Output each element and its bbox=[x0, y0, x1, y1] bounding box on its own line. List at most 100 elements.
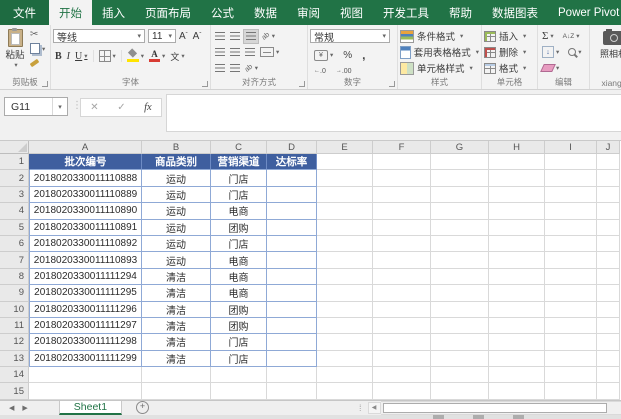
insert-cells-button[interactable]: 插入 bbox=[484, 28, 535, 44]
cell-E2[interactable] bbox=[317, 170, 373, 186]
cell-J14[interactable] bbox=[597, 367, 620, 383]
cell-D14[interactable] bbox=[267, 367, 317, 383]
cell-F9[interactable] bbox=[373, 285, 431, 301]
cell-B4[interactable]: 运动 bbox=[142, 203, 211, 219]
cell-J6[interactable] bbox=[597, 236, 620, 252]
tab-file[interactable]: 文件 bbox=[0, 0, 49, 25]
cell-A13[interactable]: 2018020330011111299 bbox=[29, 351, 142, 367]
cell-G2[interactable] bbox=[431, 170, 489, 186]
cell-F4[interactable] bbox=[373, 203, 431, 219]
row-header-12[interactable]: 12 bbox=[0, 334, 29, 350]
cell-H7[interactable] bbox=[489, 252, 545, 268]
cell-B13[interactable]: 清洁 bbox=[142, 351, 211, 367]
insert-function-button[interactable]: fx bbox=[144, 102, 152, 113]
cell-styles-button[interactable]: 单元格样式 bbox=[400, 60, 479, 76]
cell-D10[interactable] bbox=[267, 302, 317, 318]
cell-D8[interactable] bbox=[267, 269, 317, 285]
cell-G12[interactable] bbox=[431, 334, 489, 350]
cell-J15[interactable] bbox=[597, 383, 620, 399]
align-bottom-button[interactable] bbox=[243, 29, 259, 44]
cell-E12[interactable] bbox=[317, 334, 373, 350]
cell-A10[interactable]: 2018020330011111296 bbox=[29, 302, 142, 318]
cell-G11[interactable] bbox=[431, 318, 489, 334]
cell-H15[interactable] bbox=[489, 383, 545, 399]
copy-button[interactable] bbox=[30, 42, 45, 55]
cell-C3[interactable]: 门店 bbox=[211, 187, 267, 203]
cell-E8[interactable] bbox=[317, 269, 373, 285]
cell-B3[interactable]: 运动 bbox=[142, 187, 211, 203]
column-header-H[interactable]: H bbox=[489, 141, 545, 154]
next-sheet-button[interactable]: ▶ bbox=[22, 404, 27, 412]
cell-F5[interactable] bbox=[373, 220, 431, 236]
cell-A4[interactable]: 2018020330011110890 bbox=[29, 203, 142, 219]
cell-E13[interactable] bbox=[317, 351, 373, 367]
cell-H11[interactable] bbox=[489, 318, 545, 334]
borders-button[interactable] bbox=[97, 49, 118, 64]
row-header-5[interactable]: 5 bbox=[0, 220, 29, 236]
row-header-6[interactable]: 6 bbox=[0, 236, 29, 252]
cell-G10[interactable] bbox=[431, 302, 489, 318]
cell-B8[interactable]: 清洁 bbox=[142, 269, 211, 285]
cell-D4[interactable] bbox=[267, 203, 317, 219]
cell-C9[interactable]: 电商 bbox=[211, 285, 267, 301]
column-header-D[interactable]: D bbox=[267, 141, 317, 154]
delete-cells-button[interactable]: 删除 bbox=[484, 44, 535, 60]
cell-H8[interactable] bbox=[489, 269, 545, 285]
cell-E7[interactable] bbox=[317, 252, 373, 268]
column-header-G[interactable]: G bbox=[431, 141, 489, 154]
format-as-table-button[interactable]: 套用表格格式 bbox=[400, 44, 479, 60]
align-center-button[interactable] bbox=[228, 45, 242, 60]
new-sheet-button[interactable]: + bbox=[136, 401, 149, 414]
cell-H14[interactable] bbox=[489, 367, 545, 383]
cell-I8[interactable] bbox=[545, 269, 597, 285]
cell-G7[interactable] bbox=[431, 252, 489, 268]
name-box-dropdown-icon[interactable]: ▾ bbox=[52, 98, 67, 115]
cell-E3[interactable] bbox=[317, 187, 373, 203]
cell-F2[interactable] bbox=[373, 170, 431, 186]
tab-开始[interactable]: 开始 bbox=[49, 0, 92, 25]
cell-A6[interactable]: 2018020330011110892 bbox=[29, 236, 142, 252]
font-name-combo[interactable]: 等线 bbox=[53, 29, 145, 43]
column-header-A[interactable]: A bbox=[29, 141, 142, 154]
cell-H1[interactable] bbox=[489, 154, 545, 170]
cell-A3[interactable]: 2018020330011110889 bbox=[29, 187, 142, 203]
conditional-formatting-button[interactable]: 条件格式 bbox=[400, 28, 479, 44]
number-format-combo[interactable]: 常规 bbox=[310, 29, 390, 43]
cell-A1[interactable]: 批次编号 bbox=[29, 154, 142, 170]
cut-button[interactable]: ✂ bbox=[30, 28, 45, 41]
name-box[interactable]: G11 ▾ bbox=[4, 97, 68, 116]
phonetic-guide-button[interactable]: 文 bbox=[168, 49, 186, 64]
cell-G3[interactable] bbox=[431, 187, 489, 203]
cell-H12[interactable] bbox=[489, 334, 545, 350]
cell-F6[interactable] bbox=[373, 236, 431, 252]
cell-A2[interactable]: 2018020330011110888 bbox=[29, 170, 142, 186]
cell-J13[interactable] bbox=[597, 351, 620, 367]
clear-button[interactable] bbox=[540, 61, 561, 76]
cell-B2[interactable]: 运动 bbox=[142, 170, 211, 186]
wrap-text-button[interactable]: ab bbox=[243, 61, 260, 76]
cell-G6[interactable] bbox=[431, 236, 489, 252]
cell-C12[interactable]: 门店 bbox=[211, 334, 267, 350]
cell-J11[interactable] bbox=[597, 318, 620, 334]
cell-C10[interactable]: 团购 bbox=[211, 302, 267, 318]
cell-E6[interactable] bbox=[317, 236, 373, 252]
cell-I15[interactable] bbox=[545, 383, 597, 399]
cell-B12[interactable]: 清洁 bbox=[142, 334, 211, 350]
increase-indent-button[interactable] bbox=[228, 61, 242, 76]
cell-B10[interactable]: 清洁 bbox=[142, 302, 211, 318]
tab-Power Pivot[interactable]: Power Pivot bbox=[548, 0, 621, 25]
cell-C15[interactable] bbox=[211, 383, 267, 399]
row-header-1[interactable]: 1 bbox=[0, 154, 29, 170]
cell-C5[interactable]: 团购 bbox=[211, 220, 267, 236]
cell-D13[interactable] bbox=[267, 351, 317, 367]
tab-数据图表[interactable]: 数据图表 bbox=[482, 0, 548, 25]
cell-A11[interactable]: 2018020330011111297 bbox=[29, 318, 142, 334]
cell-D9[interactable] bbox=[267, 285, 317, 301]
cell-I5[interactable] bbox=[545, 220, 597, 236]
tab-帮助[interactable]: 帮助 bbox=[439, 0, 482, 25]
cell-G15[interactable] bbox=[431, 383, 489, 399]
cell-E15[interactable] bbox=[317, 383, 373, 399]
underline-button[interactable]: U bbox=[73, 49, 90, 64]
cell-F10[interactable] bbox=[373, 302, 431, 318]
cell-G9[interactable] bbox=[431, 285, 489, 301]
